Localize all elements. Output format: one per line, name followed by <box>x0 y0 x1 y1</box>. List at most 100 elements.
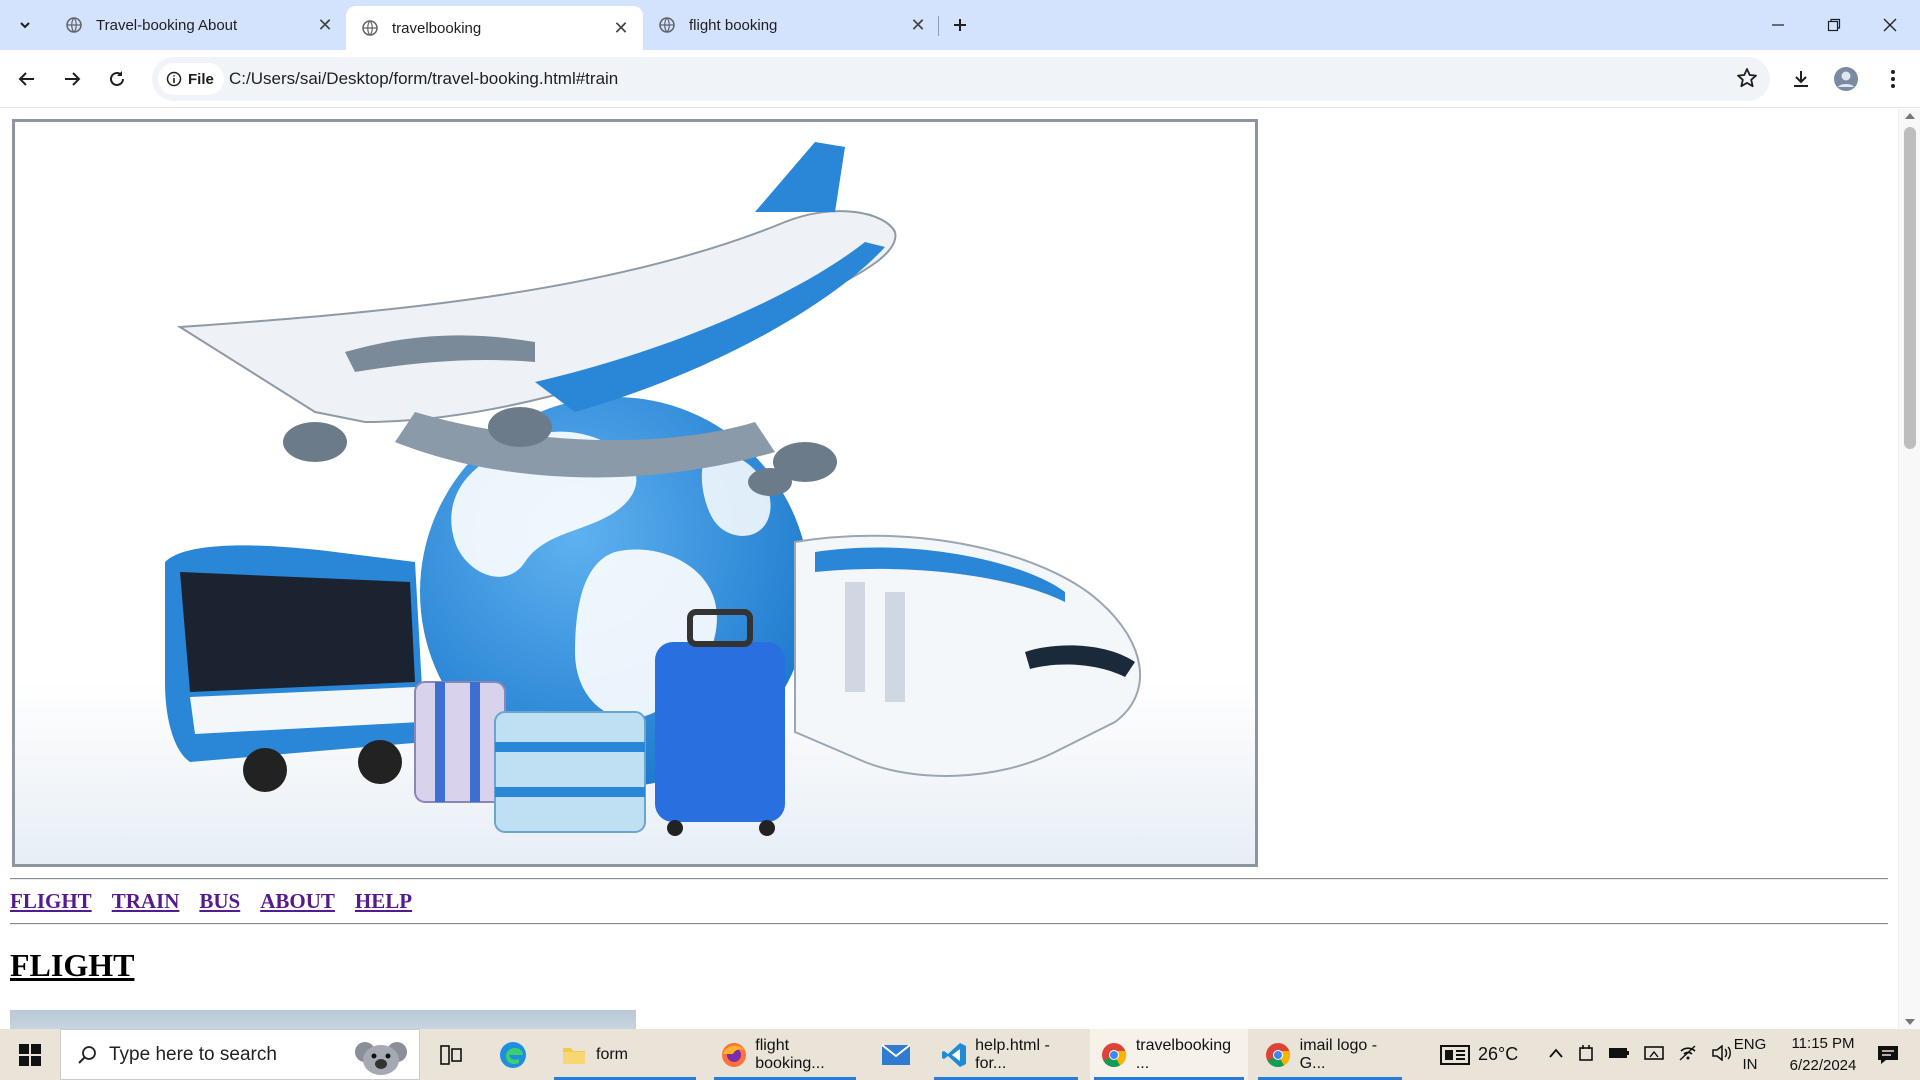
close-icon[interactable]: ✕ <box>315 15 335 35</box>
chevron-down-icon <box>20 22 30 29</box>
clock-time: 11:15 PM <box>1791 1034 1855 1052</box>
vscode-icon <box>940 1041 967 1069</box>
tab-title: flight booking <box>689 16 778 34</box>
site-info-chip[interactable]: File <box>158 63 224 95</box>
reload-button[interactable] <box>99 61 135 97</box>
profile-avatar[interactable] <box>1828 61 1864 97</box>
taskbar-app-label: flight booking... <box>755 1036 825 1072</box>
url-text[interactable]: C:/Users/sai/Desktop/form/travel-booking… <box>229 69 618 89</box>
nav-link-about[interactable]: ABOUT <box>260 889 335 914</box>
nav-link-help[interactable]: HELP <box>355 889 412 914</box>
scroll-up-arrow[interactable] <box>1905 113 1915 119</box>
news-weather-icon <box>1440 1044 1470 1065</box>
arrow-left-icon <box>18 72 34 86</box>
back-button[interactable] <box>9 61 45 97</box>
taskbar-app-form[interactable]: form <box>550 1029 700 1080</box>
edge-icon <box>500 1041 526 1068</box>
more-vertical-icon <box>1891 70 1895 88</box>
notification-icon <box>1878 1045 1898 1064</box>
taskbar-search-box[interactable]: Type here to search <box>60 1029 420 1080</box>
web-page: FLIGHT TRAIN BUS ABOUT HELP FLIGHT <box>0 109 1898 1029</box>
language-indicator[interactable]: ENG IN <box>1732 1029 1768 1080</box>
flight-section-image <box>10 1010 636 1029</box>
bookmark-star-icon[interactable] <box>1736 67 1758 94</box>
volume-icon[interactable] <box>1712 1043 1732 1065</box>
restore-button[interactable] <box>1806 0 1862 50</box>
taskbar-app-vscode[interactable]: help.html - for... <box>930 1029 1082 1080</box>
network-icon[interactable] <box>1644 1044 1664 1066</box>
globe-icon <box>659 17 675 33</box>
forward-button[interactable] <box>54 61 90 97</box>
search-icon <box>78 1045 96 1064</box>
close-icon[interactable]: ✕ <box>908 15 928 35</box>
info-icon <box>166 71 182 87</box>
task-view-icon <box>440 1044 462 1065</box>
taskbar-app-chrome-imail[interactable]: imail logo - G... <box>1254 1029 1406 1080</box>
scroll-down-arrow[interactable] <box>1905 1019 1915 1025</box>
search-highlight-koala-icon <box>351 1036 411 1080</box>
clock[interactable]: 11:15 PM 6/22/2024 <box>1780 1029 1866 1080</box>
minimize-icon <box>1772 24 1784 26</box>
restore-icon <box>1827 18 1841 32</box>
tab-separator <box>938 16 939 36</box>
start-button[interactable] <box>16 1029 44 1080</box>
edge-taskbar-button[interactable] <box>496 1029 530 1080</box>
windows-taskbar: Type here to search form flight booking.… <box>0 1029 1920 1080</box>
folder-icon <box>560 1041 588 1069</box>
taskbar-app-label: form <box>596 1045 628 1063</box>
tab-search-button[interactable] <box>10 7 40 43</box>
chrome-icon <box>1100 1041 1128 1069</box>
chrome-icon <box>1264 1041 1292 1069</box>
mail-taskbar-button[interactable] <box>876 1029 916 1080</box>
mail-icon <box>881 1043 911 1065</box>
divider-bottom <box>10 923 1888 925</box>
search-placeholder: Type here to search <box>109 1043 277 1065</box>
plus-icon <box>954 19 966 31</box>
wifi-icon[interactable] <box>1678 1044 1698 1065</box>
chevron-up-icon[interactable] <box>1548 1046 1564 1063</box>
scrollbar-thumb[interactable] <box>1904 127 1916 449</box>
close-window-button[interactable] <box>1862 0 1918 50</box>
weather-temperature: 26°C <box>1478 1044 1519 1064</box>
firefox-icon <box>720 1041 747 1069</box>
language-code: ENG <box>1733 1035 1767 1053</box>
address-bar[interactable]: File C:/Users/sai/Desktop/form/travel-bo… <box>152 57 1770 101</box>
taskbar-app-label: help.html - for... <box>975 1036 1050 1072</box>
notification-center-button[interactable] <box>1868 1029 1908 1080</box>
page-scrollbar[interactable] <box>1898 109 1920 1029</box>
tab-strip: Travel-booking About ✕ travelbooking ✕ f… <box>0 0 1920 50</box>
nav-link-flight[interactable]: FLIGHT <box>10 889 92 914</box>
nav-link-bus[interactable]: BUS <box>199 889 240 914</box>
download-icon <box>1794 71 1808 87</box>
new-tab-button[interactable] <box>946 11 974 39</box>
nav-link-train[interactable]: TRAIN <box>112 889 180 914</box>
tab-travel-booking-about[interactable]: Travel-booking About ✕ <box>50 6 347 44</box>
taskbar-app-firefox[interactable]: flight booking... <box>710 1029 860 1080</box>
battery-icon[interactable] <box>1608 1046 1630 1063</box>
windows-logo-icon <box>19 1043 41 1066</box>
task-view-button[interactable] <box>436 1029 466 1080</box>
tab-flight-booking[interactable]: flight booking ✕ <box>643 6 940 44</box>
divider-top <box>10 878 1888 880</box>
clock-date: 6/22/2024 <box>1789 1056 1857 1074</box>
browser-menu-button[interactable] <box>1875 61 1911 97</box>
main-nav: FLIGHT TRAIN BUS ABOUT HELP <box>10 889 412 914</box>
browser-toolbar: File C:/Users/sai/Desktop/form/travel-bo… <box>0 50 1920 108</box>
tab-title: travelbooking <box>392 19 482 37</box>
weather-widget[interactable]: 26°C <box>1440 1029 1518 1080</box>
globe-icon <box>66 17 82 33</box>
taskbar-app-chrome-travelbooking[interactable]: travelbooking ... <box>1090 1029 1248 1080</box>
avatar-icon <box>1834 67 1858 91</box>
site-info-label: File <box>188 70 214 88</box>
tab-travelbooking[interactable]: travelbooking ✕ <box>346 6 643 50</box>
meet-now-icon[interactable] <box>1578 1044 1594 1066</box>
close-icon[interactable]: ✕ <box>611 18 631 38</box>
minimize-button[interactable] <box>1750 0 1806 50</box>
downloads-button[interactable] <box>1783 61 1819 97</box>
tab-title: Travel-booking About <box>96 16 238 34</box>
taskbar-app-label: travelbooking ... <box>1135 1036 1231 1072</box>
travel-illustration <box>15 142 1255 864</box>
region-code: IN <box>1742 1055 1758 1073</box>
arrow-right-icon <box>65 72 81 86</box>
globe-icon <box>362 20 378 36</box>
